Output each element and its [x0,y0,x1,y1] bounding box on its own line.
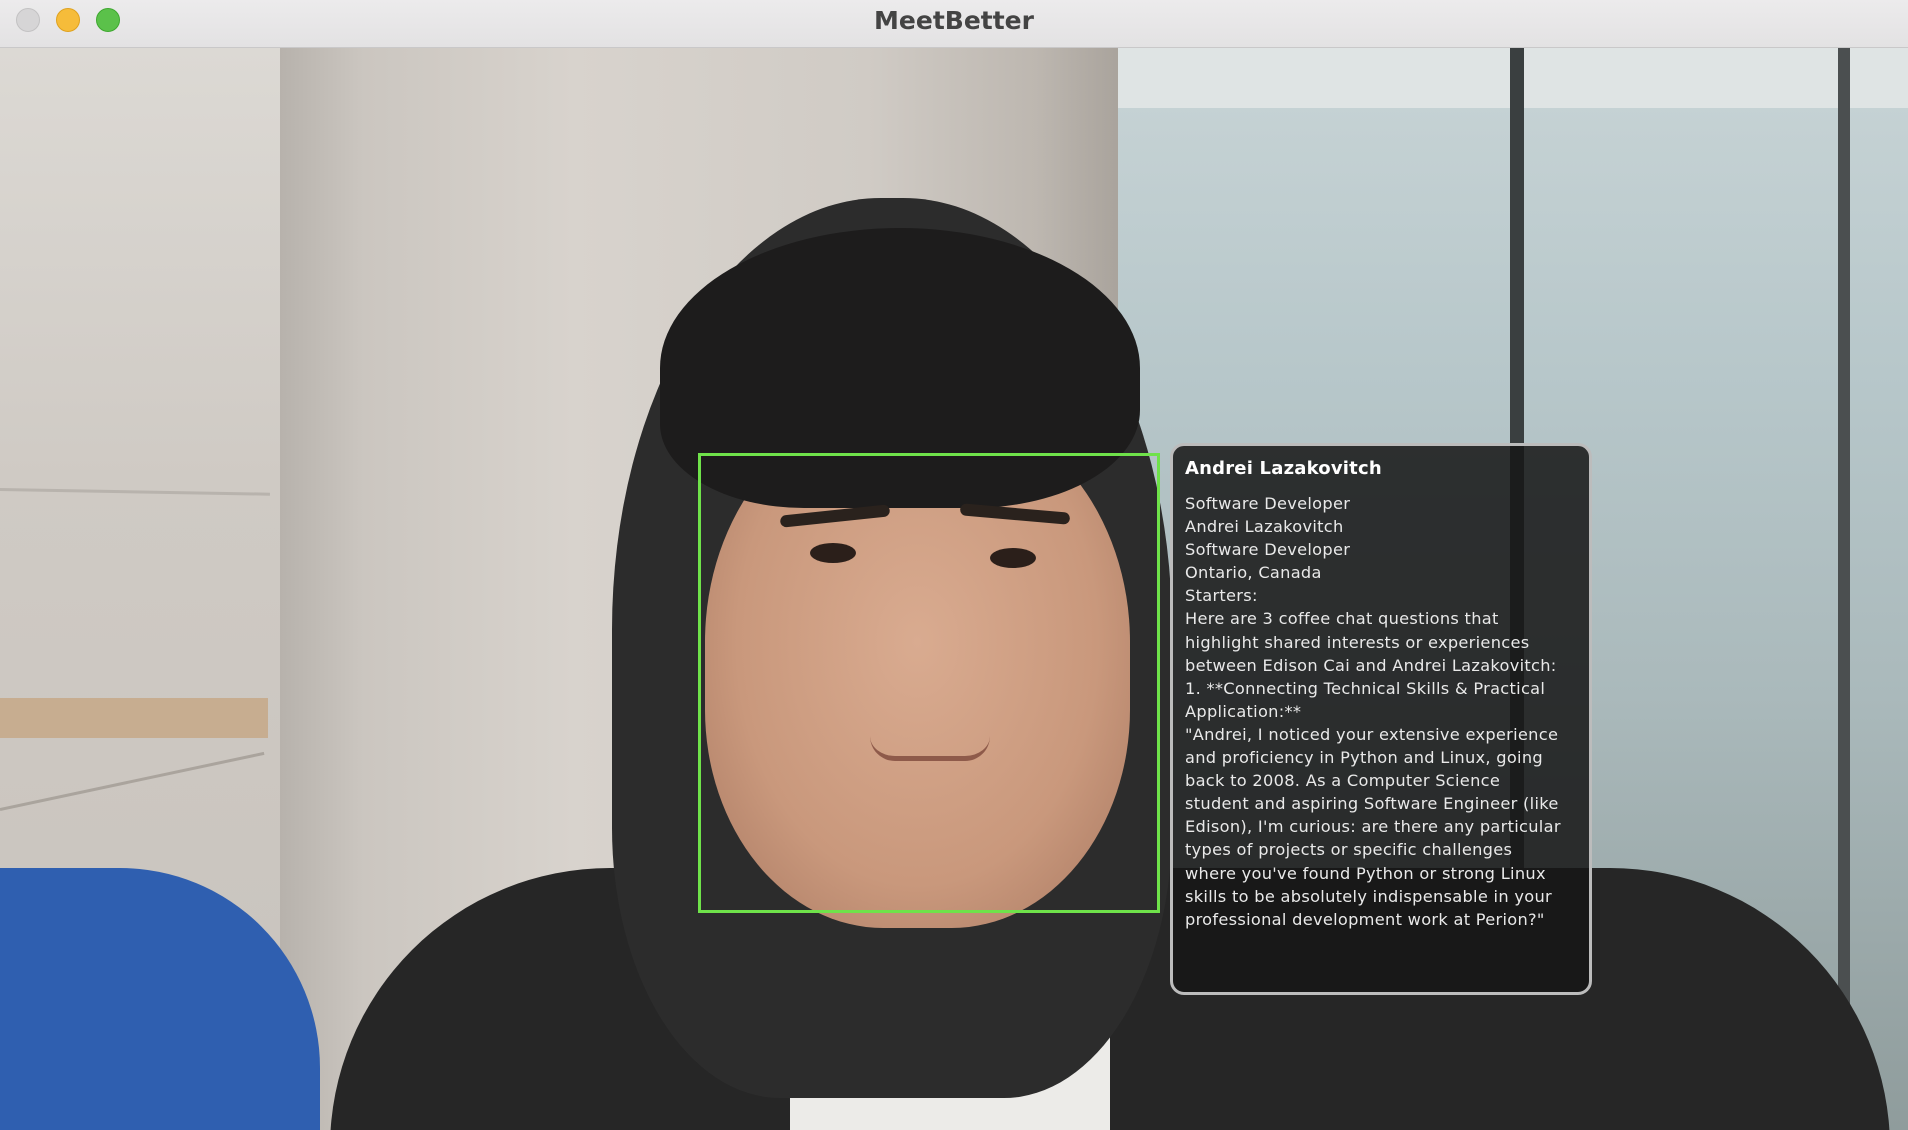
camera-feed: Andrei Lazakovitch Software Developer An… [0,48,1908,1130]
card-line: Edison), I'm curious: are there any part… [1185,817,1561,837]
card-line: Starters: [1185,586,1258,606]
card-line: Software Developer [1185,494,1351,513]
card-name: Andrei Lazakovitch [1185,458,1382,479]
card-line: 1. **Connecting Technical Skills & Pract… [1185,678,1546,698]
person-info-card: Andrei Lazakovitch Software Developer An… [1170,443,1592,995]
card-line: where you've found Python or strong Linu… [1185,863,1546,883]
card-line: Software Developer [1185,540,1351,560]
card-line: between Edison Cai and Andrei Lazakovitc… [1185,655,1557,675]
card-line: Andrei Lazakovitch [1185,517,1344,537]
card-line: highlight shared interests or experience… [1185,632,1530,652]
app-window: MeetBetter Andrei Lazakovitch Software D… [0,0,1908,1130]
glass-frame [1838,48,1850,1130]
card-line: student and aspiring Software Engineer (… [1185,794,1559,814]
card-line: professional development work at Perion?… [1185,909,1545,929]
wall-rail [0,698,268,738]
card-line: skills to be absolutely indispensable in… [1185,886,1552,906]
card-line: "Andrei, I noticed your extensive experi… [1185,724,1559,744]
window-title: MeetBetter [874,6,1034,35]
card-line: and proficiency in Python and Linux, goi… [1185,748,1543,768]
card-line: back to 2008. As a Computer Science [1185,771,1501,791]
card-line: Ontario, Canada [1185,563,1322,583]
card-line: Here are 3 coffee chat questions that [1185,609,1499,629]
card-line: types of projects or specific challenges [1185,840,1513,860]
face-detection-box [698,453,1160,913]
card-line: Application:** [1185,701,1302,721]
title-bar[interactable]: MeetBetter [0,0,1908,48]
